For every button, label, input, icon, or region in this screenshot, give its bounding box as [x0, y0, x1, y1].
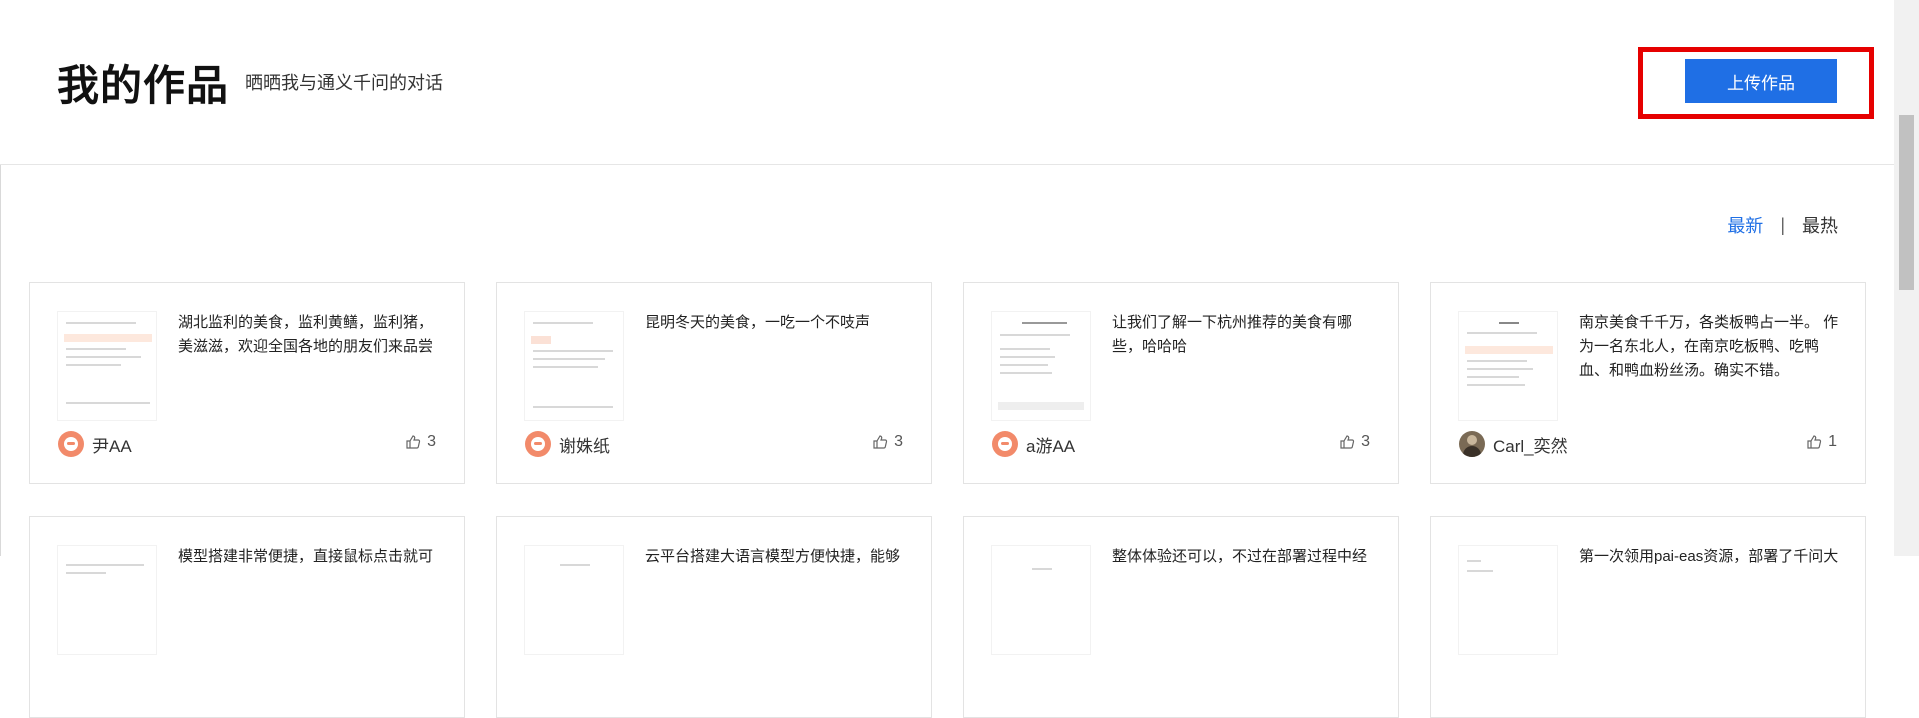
sort-separator: | [1780, 214, 1785, 235]
like-button[interactable]: 3 [1339, 433, 1370, 451]
work-card[interactable]: 昆明冬天的美食，一吃一个不吱声 谢姝纸 3 [496, 282, 932, 484]
work-thumbnail [524, 545, 624, 655]
work-card[interactable]: 让我们了解一下杭州推荐的美食有哪些，哈哈哈 a游AA 3 [963, 282, 1399, 484]
like-count: 1 [1828, 433, 1837, 450]
work-description: 云平台搭建大语言模型方便快捷，能够 [645, 548, 901, 565]
like-count: 3 [427, 433, 436, 450]
work-card[interactable]: 南京美食千千万，各类板鸭占一半。 作为一名东北人，在南京吃板鸭、吃鸭血、和鸭血粉… [1430, 282, 1866, 484]
vertical-scrollbar[interactable] [1894, 0, 1919, 556]
work-author[interactable]: Carl_奕然 [1459, 431, 1568, 457]
default-avatar-icon [58, 431, 84, 457]
work-thumbnail [57, 545, 157, 655]
work-thumbnail [1458, 545, 1558, 655]
sort-hottest-link[interactable]: 最热 [1802, 212, 1838, 238]
page-subtitle: 晒晒我与通义千问的对话 [245, 73, 443, 93]
work-author[interactable]: a游AA [992, 431, 1075, 457]
work-description: 模型搭建非常便捷，直接鼠标点击就可 [178, 548, 434, 565]
thumbs-up-icon [1340, 435, 1355, 449]
work-description: 湖北监利的美食，监利黄鳝，监利猪，美滋滋，欢迎全国各地的朋友们来品尝 [178, 314, 434, 355]
like-button[interactable]: 3 [872, 433, 903, 451]
scrollbar-thumb[interactable] [1899, 115, 1914, 290]
work-author[interactable]: 尹AA [58, 431, 132, 457]
sort-newest-link[interactable]: 最新 [1727, 212, 1763, 238]
like-button[interactable]: 1 [1806, 433, 1837, 451]
page-title: 我的作品 [57, 62, 230, 109]
work-thumbnail [524, 311, 624, 421]
sort-options: 最新 | 最热 [1727, 212, 1838, 238]
author-name: 谢姝纸 [559, 436, 610, 456]
thumbs-up-icon [406, 435, 421, 449]
thumbs-up-icon [873, 435, 888, 449]
thumbs-up-icon [1807, 435, 1822, 449]
photo-avatar [1459, 431, 1485, 457]
default-avatar-icon [992, 431, 1018, 457]
author-name: a游AA [1026, 436, 1076, 456]
work-description: 第一次领用pai-eas资源，部署了千问大 [1579, 548, 1839, 565]
work-card[interactable]: 模型搭建非常便捷，直接鼠标点击就可 [29, 516, 465, 718]
upload-work-button[interactable]: 上传作品 [1685, 59, 1837, 103]
page-header: 我的作品 晒晒我与通义千问的对话 上传作品 [0, 0, 1894, 165]
work-description: 昆明冬天的美食，一吃一个不吱声 [645, 314, 871, 331]
work-card[interactable]: 整体体验还可以，不过在部署过程中经 [963, 516, 1399, 718]
work-description: 整体体验还可以，不过在部署过程中经 [1112, 548, 1368, 565]
default-avatar-icon [525, 431, 551, 457]
work-card[interactable]: 云平台搭建大语言模型方便快捷，能够 [496, 516, 932, 718]
work-thumbnail [991, 545, 1091, 655]
work-description: 南京美食千千万，各类板鸭占一半。 作为一名东北人，在南京吃板鸭、吃鸭血、和鸭血粉… [1579, 314, 1839, 379]
work-card[interactable]: 第一次领用pai-eas资源，部署了千问大 [1430, 516, 1866, 718]
work-thumbnail [57, 311, 157, 421]
work-thumbnail [991, 311, 1091, 421]
author-name: 尹AA [92, 436, 132, 456]
like-button[interactable]: 3 [405, 433, 436, 451]
work-thumbnail [1458, 311, 1558, 421]
author-name: Carl_奕然 [1493, 436, 1568, 456]
like-count: 3 [1361, 433, 1370, 450]
work-description: 让我们了解一下杭州推荐的美食有哪些，哈哈哈 [1112, 314, 1353, 355]
work-author[interactable]: 谢姝纸 [525, 431, 610, 457]
work-card[interactable]: 湖北监利的美食，监利黄鳝，监利猪，美滋滋，欢迎全国各地的朋友们来品尝 尹AA 3 [29, 282, 465, 484]
like-count: 3 [894, 433, 903, 450]
